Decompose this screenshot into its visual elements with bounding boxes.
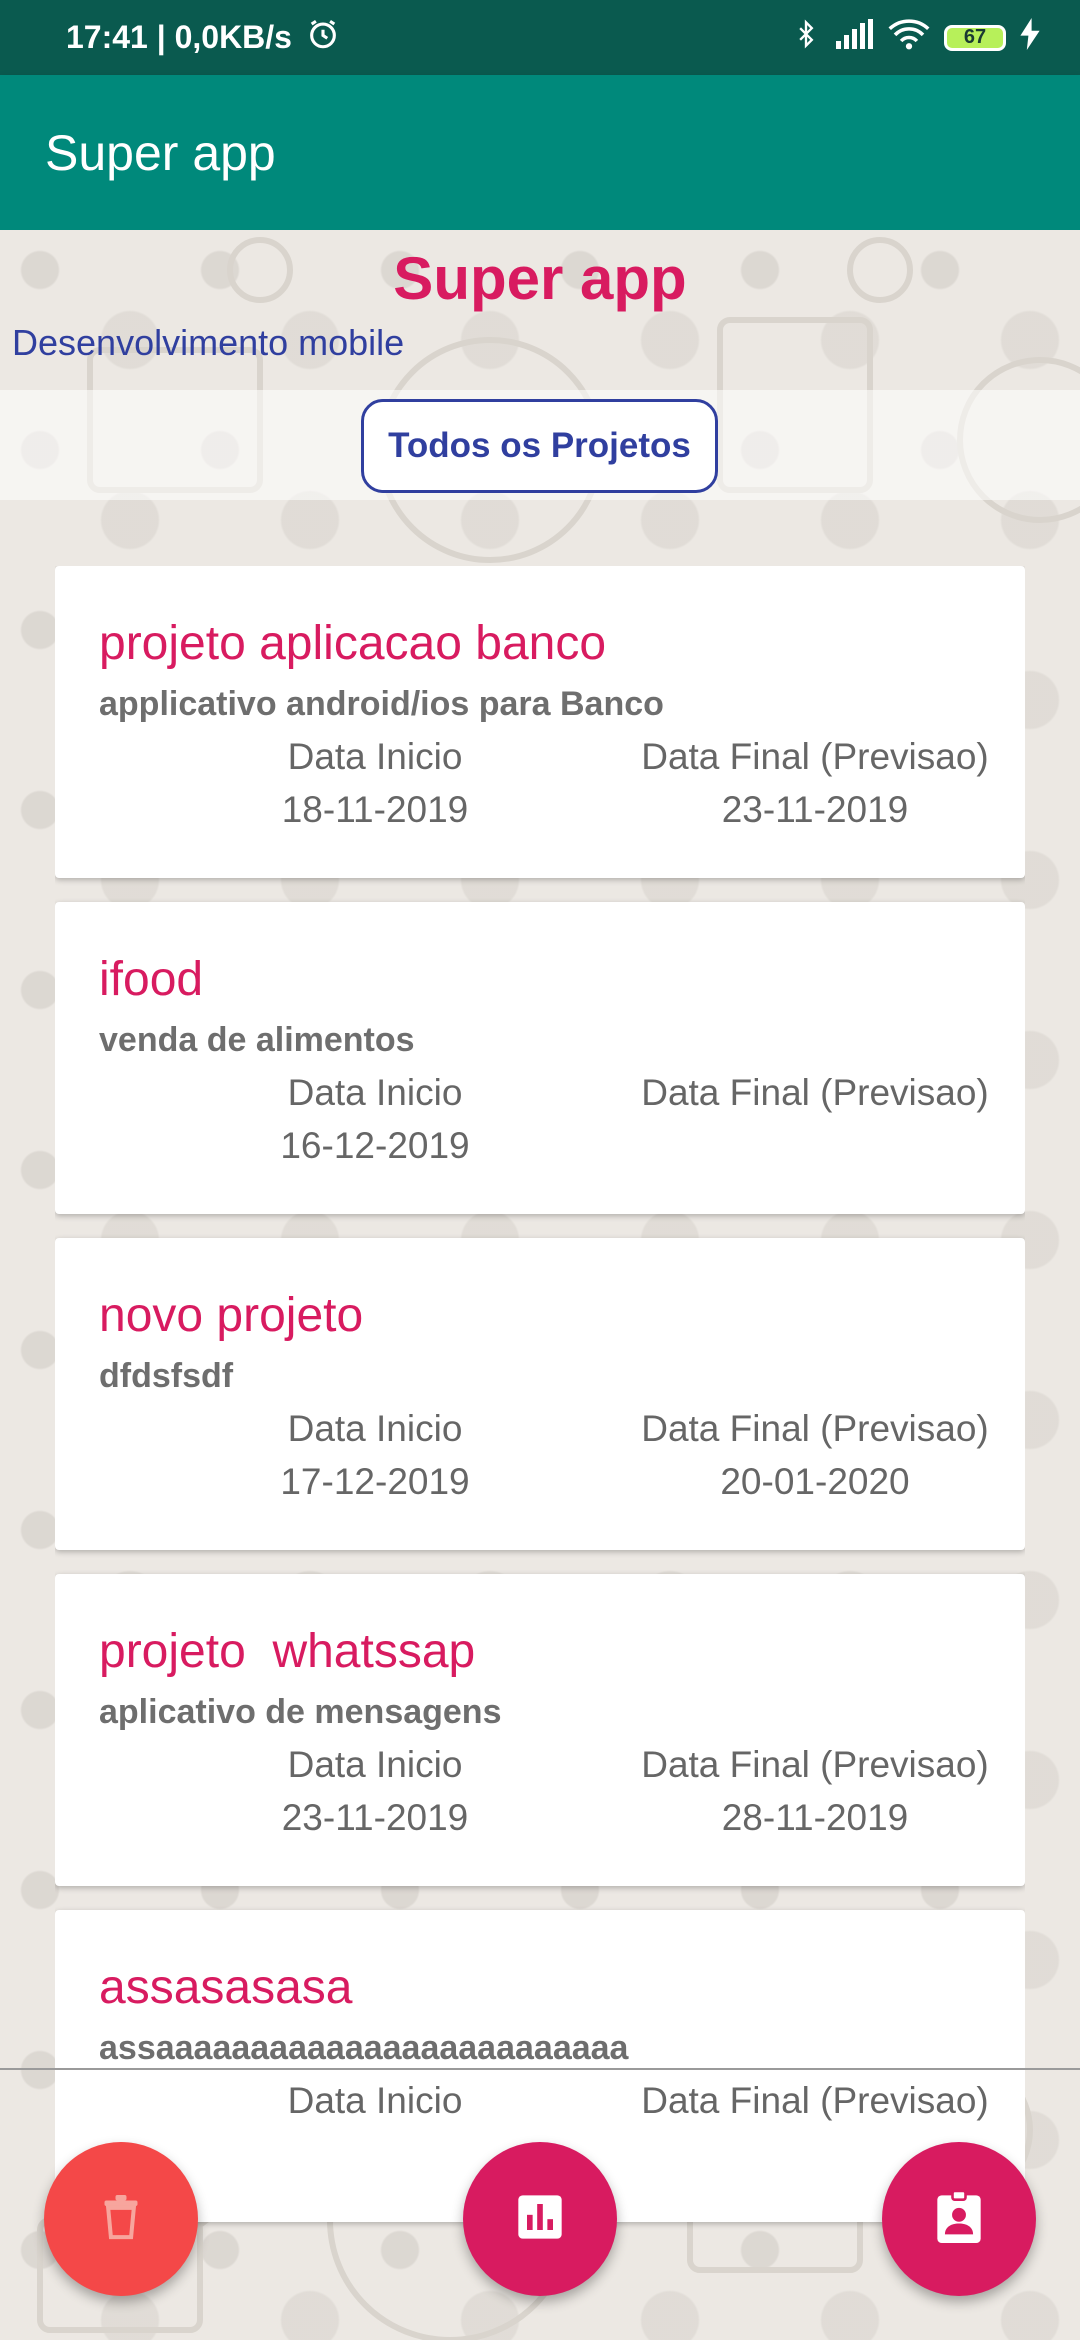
end-date-label: Data Final (Previsao): [641, 2080, 989, 2121]
start-date-label: Data Inicio: [287, 1408, 463, 1449]
project-name: projeto whatssap: [99, 1625, 476, 1678]
alarm-icon: [306, 17, 340, 59]
main-content[interactable]: Super app Desenvolvimento mobile Todos o…: [0, 230, 1080, 2340]
trash-icon: [99, 2192, 143, 2247]
charging-icon: [1020, 17, 1040, 58]
end-date-label: Data Final (Previsao): [641, 1408, 989, 1449]
project-description: dfdsfsdf: [99, 1357, 234, 1395]
header-subtitle: Desenvolvimento mobile: [12, 322, 405, 363]
end-date-value: 20-01-2020: [720, 1461, 910, 1502]
project-description: aplicativo de mensagens: [99, 1693, 502, 1731]
end-date-label: Data Final (Previsao): [641, 736, 989, 777]
chart-button[interactable]: [463, 2142, 617, 2296]
end-date-value: 28-11-2019: [721, 1797, 909, 1838]
end-date-value: 23-11-2019: [721, 789, 909, 830]
bluetooth-icon: [792, 17, 820, 59]
signal-icon: [834, 18, 874, 57]
app-bar-title: Super app: [45, 124, 276, 181]
start-date-label: Data Inicio: [287, 2080, 463, 2121]
status-bar: 17:41 | 0,0KB/s 67: [0, 0, 1080, 75]
delete-button[interactable]: [44, 2142, 198, 2296]
divider: [0, 2068, 1080, 2070]
start-date-value: 18-11-2019: [281, 789, 469, 830]
start-date-label: Data Inicio: [287, 1072, 463, 1113]
start-date-label: Data Inicio: [287, 736, 463, 777]
project-name: projeto aplicacao banco: [99, 617, 607, 670]
status-left: 17:41 | 0,0KB/s: [66, 17, 340, 59]
project-name: assasasasa: [99, 1961, 353, 2014]
end-date-label: Data Final (Previsao): [641, 1744, 989, 1785]
start-date-label: Data Inicio: [287, 1744, 463, 1785]
project-card[interactable]: novo projeto dfdsfsdf Data Inicio Data F…: [55, 1238, 1025, 1550]
start-date-value: 23-11-2019: [281, 1797, 469, 1838]
status-right: 67: [792, 17, 1040, 59]
project-card[interactable]: projeto aplicacao banco applicativo andr…: [55, 566, 1025, 878]
project-description: assaaaaaaaaaaaaaaaaaaaaaaaaa: [99, 2029, 629, 2067]
status-time: 17:41 | 0,0KB/s: [66, 19, 292, 55]
project-description: venda de alimentos: [99, 1021, 415, 1059]
app-bar: Super app: [0, 75, 1080, 230]
project-description: applicativo android/ios para Banco: [99, 685, 664, 723]
end-date-label: Data Final (Previsao): [641, 1072, 989, 1113]
contact-badge-icon: [933, 2188, 985, 2251]
project-list[interactable]: projeto aplicacao banco applicativo andr…: [55, 566, 1025, 2340]
project-name: ifood: [99, 953, 204, 1006]
all-projects-button[interactable]: Todos os Projetos: [361, 399, 718, 493]
contacts-button[interactable]: [882, 2142, 1036, 2296]
bar-chart-icon: [514, 2191, 566, 2248]
project-card[interactable]: projeto whatssap aplicativo de mensagens…: [55, 1574, 1025, 1886]
wifi-icon: [888, 18, 930, 58]
start-date-value: 17-12-2019: [280, 1461, 470, 1502]
start-date-value: 16-12-2019: [280, 1125, 470, 1166]
header-title: Super app: [393, 245, 687, 312]
project-name: novo projeto: [99, 1289, 364, 1342]
project-card[interactable]: ifood venda de alimentos Data Inicio Dat…: [55, 902, 1025, 1214]
battery-icon: 67: [944, 24, 1006, 51]
